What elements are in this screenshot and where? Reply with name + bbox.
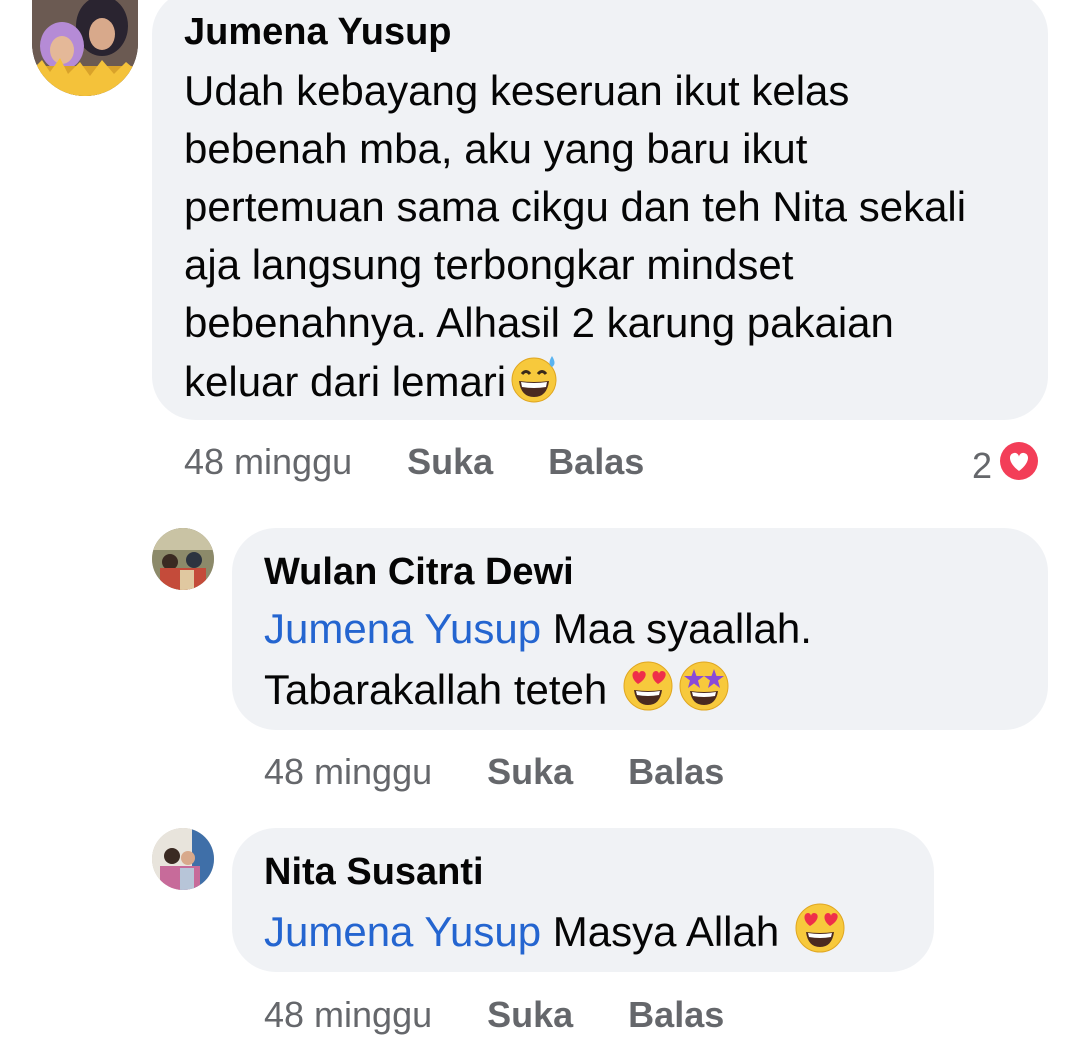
star-struck-emoji bbox=[677, 658, 731, 727]
avatar-photo bbox=[152, 528, 214, 590]
reply-actions: 48 minggu Suka Balas bbox=[264, 752, 724, 792]
comment-text: Udah kebayang keseruan ikut kelas bebena… bbox=[184, 62, 1004, 419]
comment-actions: 48 minggu Suka Balas bbox=[184, 442, 644, 482]
reaction-summary[interactable]: 2 bbox=[972, 438, 1042, 493]
heart-eyes-emoji bbox=[793, 900, 847, 969]
comment-timestamp[interactable]: 48 minggu bbox=[184, 442, 352, 482]
reply-author[interactable]: Wulan Citra Dewi bbox=[264, 550, 1018, 594]
heart-eyes-emoji bbox=[621, 658, 675, 727]
mention-link[interactable]: Jumena Yusup bbox=[264, 908, 541, 955]
reply-button[interactable]: Balas bbox=[628, 752, 724, 792]
reply-button[interactable]: Balas bbox=[548, 442, 644, 482]
love-reaction-icon bbox=[996, 438, 1042, 493]
reply-text: Jumena Yusup Masya Allah bbox=[264, 900, 904, 969]
comment-author[interactable]: Jumena Yusup bbox=[184, 10, 1018, 54]
avatar[interactable] bbox=[152, 828, 214, 890]
reply-author[interactable]: Nita Susanti bbox=[264, 850, 904, 894]
reaction-count: 2 bbox=[972, 444, 993, 486]
reply-bubble: Nita Susanti Jumena Yusup Masya Allah bbox=[232, 828, 934, 972]
avatar-photo bbox=[32, 0, 138, 96]
comment-bubble: Jumena Yusup Udah kebayang keseruan ikut… bbox=[152, 0, 1048, 420]
grinning-sweat-emoji bbox=[508, 352, 560, 419]
reply-bubble: Wulan Citra Dewi Jumena Yusup Maa syaall… bbox=[232, 528, 1048, 730]
reply-timestamp[interactable]: 48 minggu bbox=[264, 995, 432, 1035]
reply-actions: 48 minggu Suka Balas bbox=[264, 995, 724, 1035]
avatar[interactable] bbox=[152, 528, 214, 590]
mention-link[interactable]: Jumena Yusup bbox=[264, 605, 541, 652]
reply-timestamp[interactable]: 48 minggu bbox=[264, 752, 432, 792]
like-button[interactable]: Suka bbox=[487, 995, 573, 1035]
like-button[interactable]: Suka bbox=[487, 752, 573, 792]
avatar[interactable] bbox=[32, 0, 138, 96]
like-button[interactable]: Suka bbox=[407, 442, 493, 482]
avatar-photo bbox=[152, 828, 214, 890]
reply-text: Jumena Yusup Maa syaallah. Tabarakallah … bbox=[264, 600, 884, 727]
reply-button[interactable]: Balas bbox=[628, 995, 724, 1035]
